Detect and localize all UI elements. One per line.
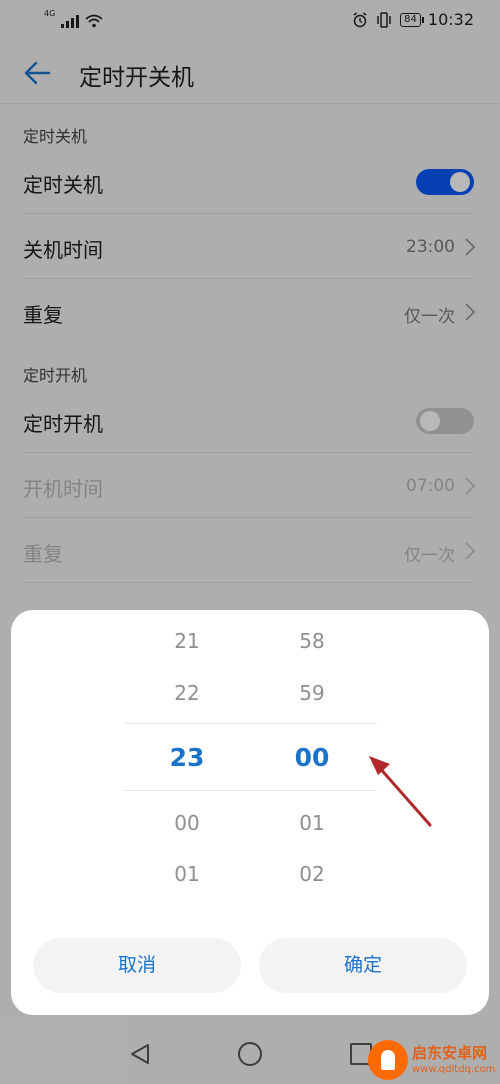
watermark-logo-icon (368, 1040, 408, 1080)
cancel-button[interactable]: 取消 (33, 938, 241, 993)
minute-option[interactable]: 59 (272, 681, 352, 705)
screen: 4G 84 10:32 定时开关机 定时关机 定时关机 关机时间 23:00 重… (0, 0, 500, 1084)
confirm-button[interactable]: 确定 (259, 938, 467, 993)
watermark: 启东安卓网 www.qdltdq.com (368, 1036, 500, 1084)
hour-option[interactable]: 22 (147, 681, 227, 705)
watermark-url: www.qdltdq.com (412, 1064, 496, 1075)
hour-option[interactable]: 00 (147, 811, 227, 835)
selection-line-bottom (125, 790, 377, 791)
minute-option[interactable]: 02 (272, 862, 352, 886)
minute-option[interactable]: 58 (272, 629, 352, 653)
time-picker-dialog: 21 22 23 00 01 58 59 00 01 02 取消 确定 (11, 610, 489, 1015)
hour-option[interactable]: 01 (147, 862, 227, 886)
hour-selected[interactable]: 23 (147, 743, 227, 772)
minute-option[interactable]: 01 (272, 811, 352, 835)
hour-option[interactable]: 21 (147, 629, 227, 653)
selection-line-top (125, 723, 377, 724)
watermark-title: 启东安卓网 (412, 1044, 488, 1062)
minute-selected[interactable]: 00 (272, 743, 352, 772)
